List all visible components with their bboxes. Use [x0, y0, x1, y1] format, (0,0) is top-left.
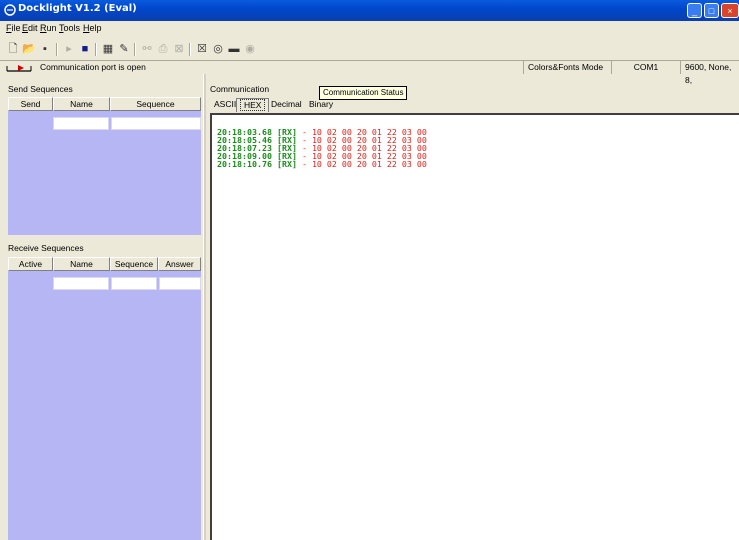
receive-answer-cell[interactable]	[159, 277, 201, 290]
receive-sequences-grid[interactable]: Active Name Sequence Answer	[8, 257, 201, 540]
stop-icon[interactable]: ■	[78, 42, 92, 56]
communication-log[interactable]: 20:18:03.68 [RX] - 10 02 00 20 01 22 03 …	[210, 113, 739, 540]
play-icon[interactable]: ▸	[62, 42, 76, 56]
send-sequence-cell[interactable]	[111, 117, 201, 130]
toolbar: 🗋 📂 ▪ ▸ ■ ▦ ✎ ⚯ ⎙ ⊠ ☒ ◎ ▬ ◉	[0, 37, 739, 59]
toolbar-separator	[56, 43, 58, 56]
window-title: Docklight V1.2 (Eval)	[18, 3, 137, 14]
new-file-icon[interactable]: 🗋	[6, 42, 20, 56]
maximize-button[interactable]: □	[704, 3, 719, 18]
column-header-sequence[interactable]: Sequence	[110, 257, 158, 271]
communication-title: Communication	[210, 84, 270, 94]
receive-sequences-title: Receive Sequences	[8, 243, 84, 253]
port-status-text: Communication port is open	[40, 62, 146, 72]
column-header-name[interactable]: Name	[53, 257, 110, 271]
receive-name-cell[interactable]	[53, 277, 109, 290]
binoculars-icon[interactable]: ⚯	[140, 42, 154, 56]
menu-bar: File Edit Run Tools Help	[0, 21, 739, 36]
port-indicator: COM1	[611, 61, 680, 74]
print-icon[interactable]: ⎙	[156, 42, 170, 56]
toolbar-separator	[95, 43, 97, 56]
capture-icon[interactable]: ◎	[211, 42, 225, 56]
toolbar-separator	[189, 43, 191, 56]
send-name-cell[interactable]	[53, 117, 109, 130]
column-header-answer[interactable]: Answer	[158, 257, 201, 271]
record-icon[interactable]: ◉	[243, 42, 257, 56]
toolbar-separator	[134, 43, 136, 56]
log-line: 20:18:10.76 [RX] - 10 02 00 20 01 22 03 …	[217, 159, 427, 169]
send-sequences-title: Send Sequences	[8, 84, 73, 94]
menu-edit[interactable]: Edit	[22, 23, 38, 33]
status-row: Communication port is open Colors&Fonts …	[0, 60, 739, 85]
column-header-name[interactable]: Name	[53, 97, 110, 111]
settings-indicator: 9600, None, 8,	[680, 61, 739, 85]
tab-hex-label: HEX	[240, 99, 266, 111]
logging-icon[interactable]: ▬	[227, 42, 241, 56]
menu-run[interactable]: Run	[40, 23, 57, 33]
open-folder-icon[interactable]: 📂	[22, 42, 36, 56]
clear-icon[interactable]: ⊠	[172, 42, 186, 56]
mode-indicator: Colors&Fonts Mode	[523, 61, 611, 74]
tab-binary[interactable]: Binary	[306, 98, 336, 112]
minimize-button[interactable]: _	[687, 3, 702, 18]
save-icon[interactable]: ▪	[38, 42, 52, 56]
receive-sequence-cell[interactable]	[111, 277, 157, 290]
column-header-active[interactable]: Active	[8, 257, 53, 271]
snapshot-icon[interactable]: ☒	[195, 42, 209, 56]
send-sequences-grid[interactable]: Send Name Sequence	[8, 97, 201, 235]
app-icon	[4, 4, 16, 16]
title-bar[interactable]: Docklight V1.2 (Eval) _ □ ×	[0, 0, 739, 21]
port-connected-icon	[6, 65, 32, 72]
properties-icon[interactable]: ▦	[101, 42, 115, 56]
tab-hex[interactable]: HEX	[236, 98, 270, 112]
menu-help[interactable]: Help	[83, 23, 102, 33]
column-header-send[interactable]: Send	[8, 97, 53, 111]
close-button[interactable]: ×	[721, 3, 739, 18]
menu-tools[interactable]: Tools	[59, 23, 80, 33]
wrench-icon[interactable]: ✎	[117, 42, 131, 56]
tab-decimal[interactable]: Decimal	[268, 98, 305, 112]
menu-file[interactable]: File	[6, 23, 21, 33]
panel-splitter[interactable]	[203, 74, 206, 540]
tab-ascii[interactable]: ASCII	[211, 98, 239, 112]
column-header-sequence[interactable]: Sequence	[110, 97, 201, 111]
